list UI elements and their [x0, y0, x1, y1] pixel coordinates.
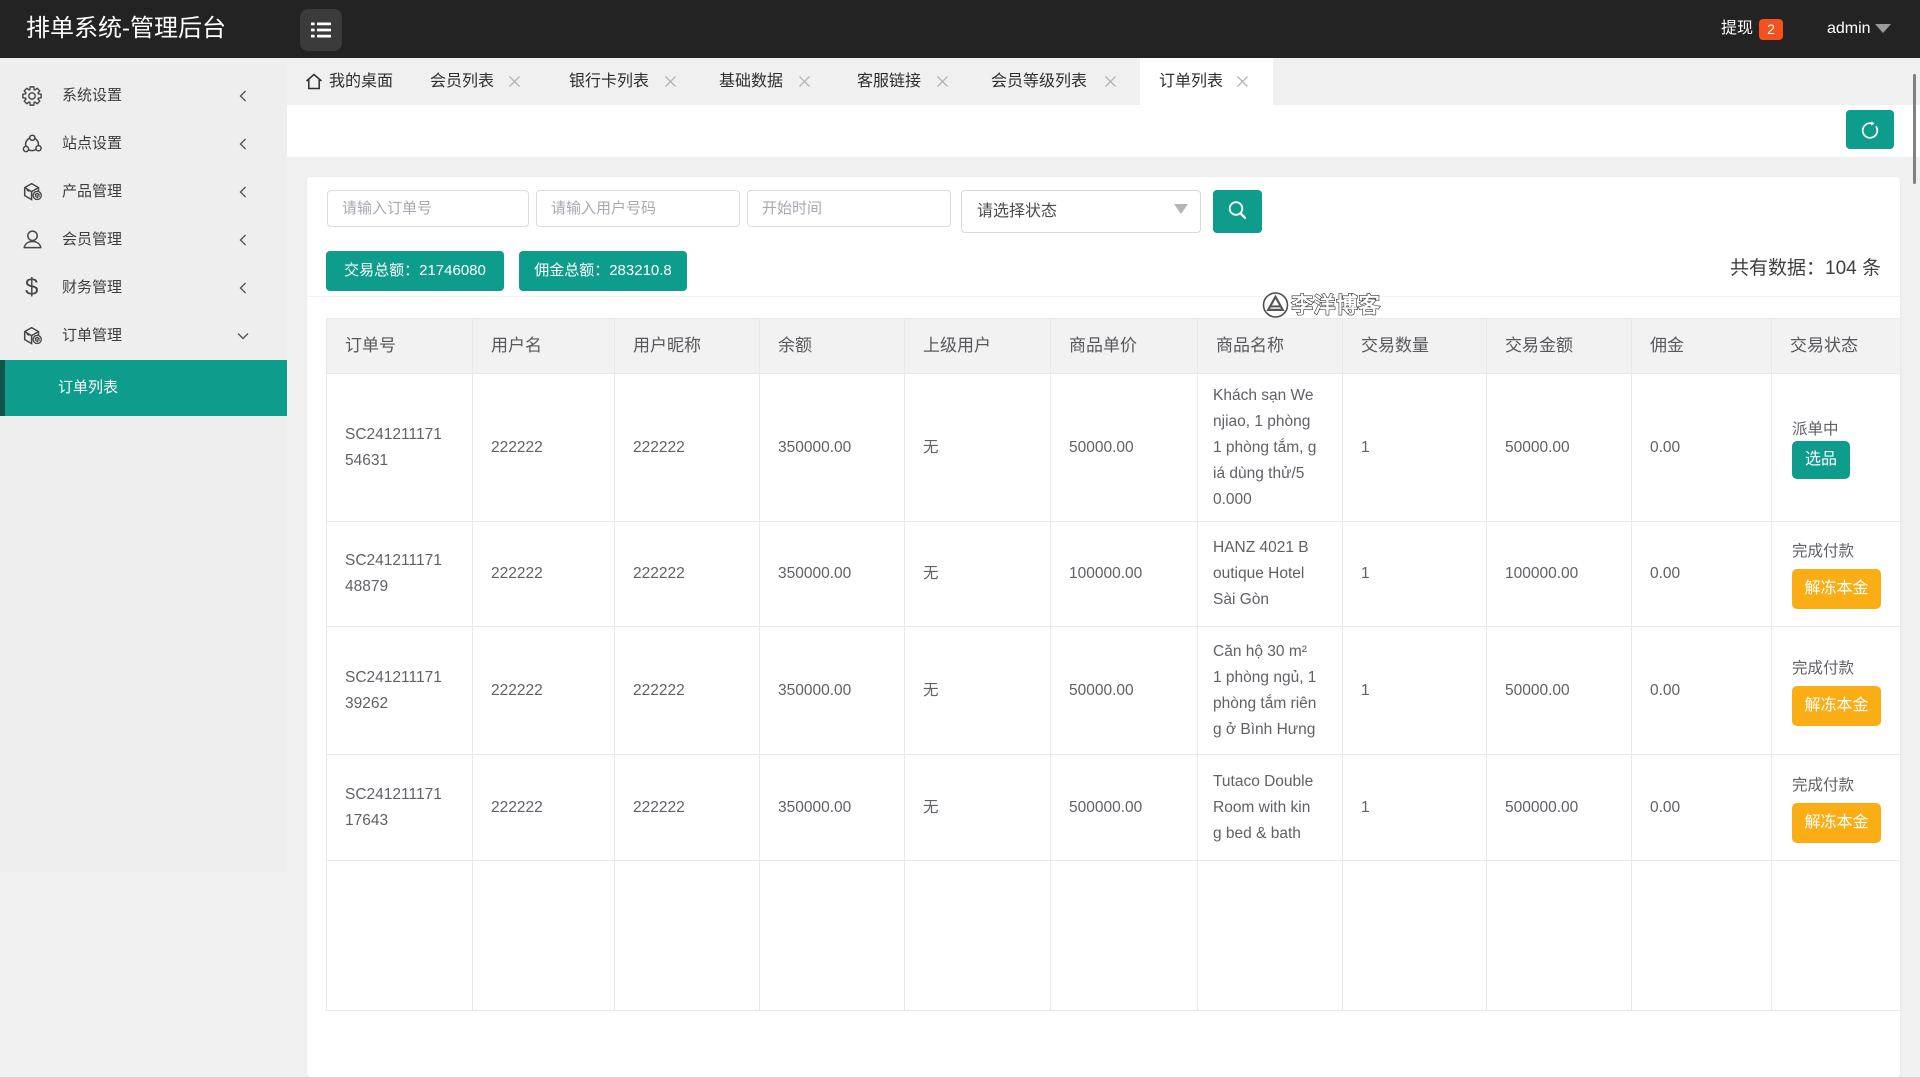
- svg-text:李洋博客: 李洋博客: [1291, 293, 1381, 318]
